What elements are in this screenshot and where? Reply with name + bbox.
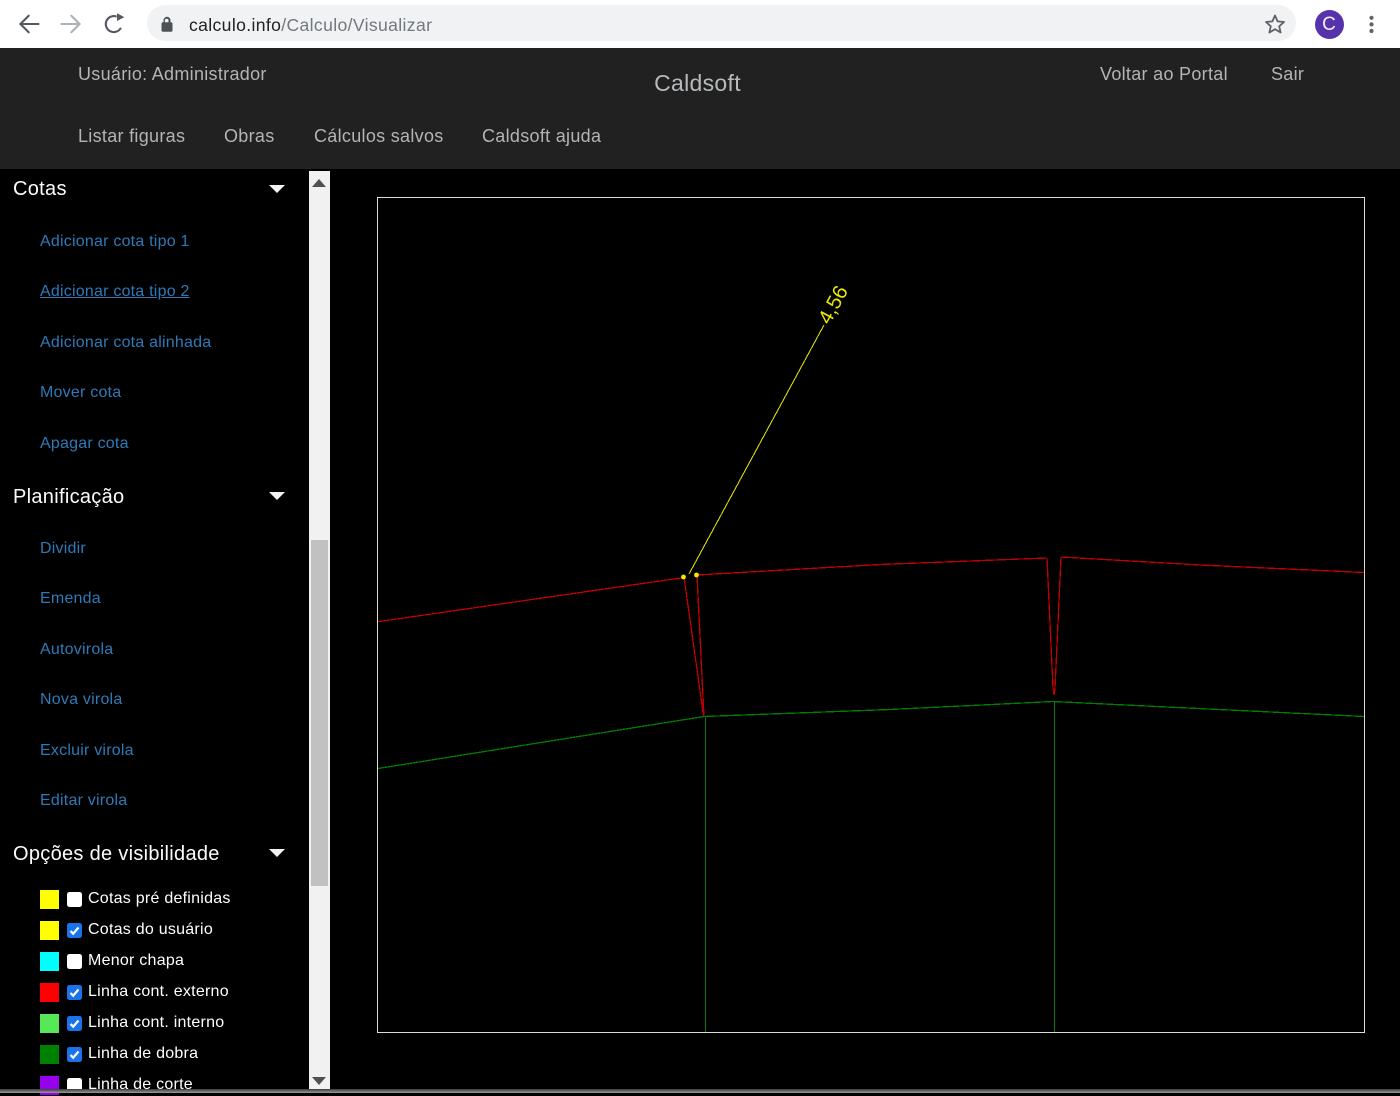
svg-text:4,56: 4,56: [814, 282, 853, 328]
